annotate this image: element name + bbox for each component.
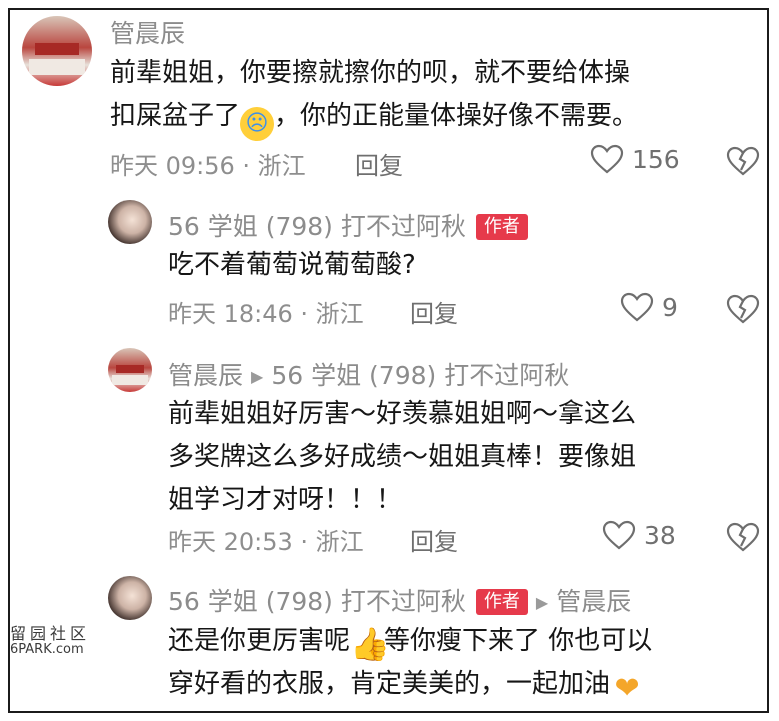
avatar[interactable] xyxy=(108,576,152,620)
reply-arrow-icon: ▶ xyxy=(251,367,264,386)
reply-arrow-icon: ▶ xyxy=(535,593,549,612)
screenshot-frame: 管晨辰 前辈姐姐，你要擦就擦你的呗，就不要给体操 扣屎盆子了 ☹ ，你的正能量体操好… xyxy=(8,8,769,713)
reply-button[interactable]: 回复 xyxy=(410,294,458,329)
watermark: 留园社区 6PARK.com xyxy=(10,624,91,658)
comment-text-line: 还是你更厉害呢👍等你瘦下来了 你也可以 xyxy=(168,625,653,663)
comment-text-line: 前辈姐姐，你要擦就擦你的呗，就不要给体操 xyxy=(110,58,631,88)
heart-icon xyxy=(590,144,624,174)
author-badge: 作者 xyxy=(475,214,528,240)
crying-face-icon: ☹ xyxy=(240,107,275,141)
comment-text: 前辈姐姐，你要擦就擦你的呗，就不要给体操 扣屎盆子了 ☹ ，你的正能量体操好像不需要… xyxy=(110,52,638,141)
author-name[interactable]: 管晨辰 ▶ 56 学姐 (798) 打不过阿秋 xyxy=(168,356,569,392)
avatar[interactable] xyxy=(22,16,92,86)
comment-text: 还是你更厉害呢👍等你瘦下来了 你也可以 穿好看的衣服，肯定美美的，一起加油 ❤ xyxy=(168,620,652,706)
like-count: 156 xyxy=(632,144,680,174)
comment-text-line: 前辈姐姐好厉害～好羡慕姐姐啊～拿这么 xyxy=(168,399,637,429)
avatar[interactable] xyxy=(108,348,152,392)
dislike-icon[interactable] xyxy=(726,522,760,552)
heart-icon xyxy=(602,520,636,550)
like-count: 9 xyxy=(662,292,678,322)
comment-text-line: 扣屎盆子了 ☹ ，你的正能量体操好像不需要。 xyxy=(110,95,638,141)
comment-text-line: 姐学习才对呀！！！ xyxy=(168,485,403,515)
avatar[interactable] xyxy=(108,200,152,244)
comment-text-line: 多奖牌这么多好成绩～姐姐真棒！要像姐 xyxy=(168,442,637,472)
author-badge: 作者 xyxy=(475,589,528,615)
finger-heart-icon: ❤ xyxy=(614,671,640,706)
author-name[interactable]: 56 学姐 (798) 打不过阿秋 作者 ▶ 管晨辰 xyxy=(168,582,631,618)
comment-text: 前辈姐姐好厉害～好羡慕姐姐啊～拿这么 多奖牌这么多好成绩～姐姐真棒！要像姐 姐学… xyxy=(168,393,636,522)
reply-button[interactable]: 回复 xyxy=(410,522,458,557)
comment-text-line: 穿好看的衣服，肯定美美的，一起加油 ❤ xyxy=(168,663,652,706)
reply-button[interactable]: 回复 xyxy=(355,146,403,181)
comment-meta: 昨天 09:56 · 浙江 xyxy=(110,152,306,180)
dislike-icon[interactable] xyxy=(726,146,760,176)
comment-text: 吃不着葡萄说葡萄酸? xyxy=(168,250,416,280)
like-button[interactable]: 156 xyxy=(590,144,680,174)
author-name[interactable]: 管晨辰 xyxy=(110,14,185,50)
comment-meta: 昨天 20:53 · 浙江 xyxy=(168,528,364,556)
thumbs-up-icon: 👍 xyxy=(350,625,390,663)
heart-icon xyxy=(620,292,654,322)
like-button[interactable]: 38 xyxy=(602,520,676,550)
comment-meta: 昨天 18:46 · 浙江 xyxy=(168,300,364,328)
dislike-icon[interactable] xyxy=(726,294,760,324)
like-button[interactable]: 9 xyxy=(620,292,678,322)
like-count: 38 xyxy=(644,520,676,550)
author-name[interactable]: 56 学姐 (798) 打不过阿秋 作者 xyxy=(168,207,528,243)
